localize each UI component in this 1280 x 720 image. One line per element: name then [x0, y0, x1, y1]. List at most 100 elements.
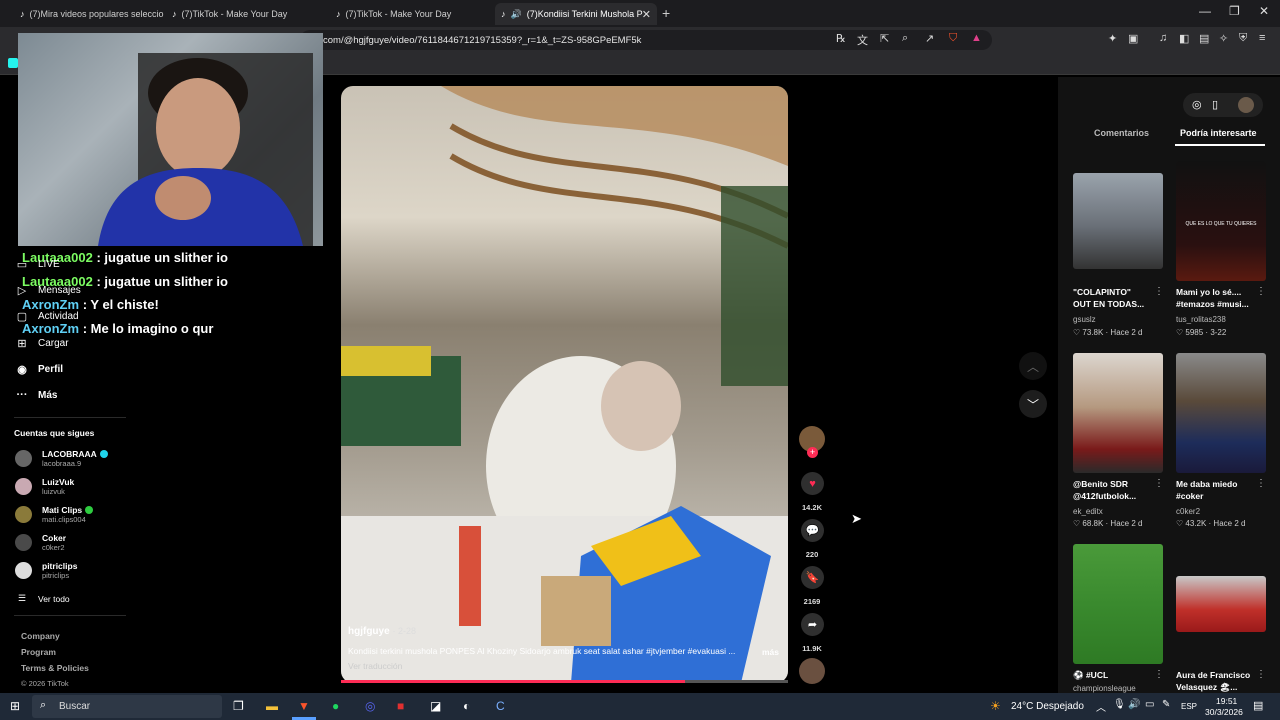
- more-options-icon[interactable]: ⋮: [1256, 478, 1266, 489]
- clock-time[interactable]: 19:51: [1216, 696, 1237, 706]
- video-player[interactable]: [341, 86, 788, 683]
- follow-plus-icon[interactable]: +: [807, 447, 818, 458]
- close-tab-icon[interactable]: ✕: [642, 8, 651, 21]
- network-icon[interactable]: ▭: [1145, 699, 1154, 710]
- tray-chevron-icon[interactable]: ︿: [1096, 699, 1106, 714]
- vpn-icon[interactable]: ⛨: [1239, 32, 1247, 45]
- footer-link-terms[interactable]: Terms & Policies: [21, 663, 89, 673]
- recommended-video-thumb[interactable]: [1176, 576, 1266, 632]
- more-link[interactable]: más: [762, 647, 779, 657]
- volume-icon[interactable]: 🔊: [1128, 699, 1140, 710]
- minimize-button[interactable]: —: [1199, 4, 1211, 18]
- file-explorer-icon[interactable]: ▬: [266, 699, 278, 713]
- card-user[interactable]: ek_editx: [1073, 507, 1103, 516]
- new-tab-button[interactable]: +: [662, 5, 670, 21]
- translate-link[interactable]: Ver traducción: [348, 661, 402, 671]
- recommended-video-thumb[interactable]: [1176, 353, 1266, 473]
- recommended-video-thumb[interactable]: [1073, 544, 1163, 664]
- share-button[interactable]: ➦: [801, 613, 824, 636]
- card-title[interactable]: @Benito SDR @412futbolok...: [1073, 479, 1136, 502]
- pen-icon[interactable]: ✎: [1162, 699, 1170, 710]
- card-user[interactable]: tus_rolitas238: [1176, 315, 1226, 324]
- menu-icon[interactable]: ≡: [1259, 32, 1265, 44]
- brave-shield-icon[interactable]: ⛉: [949, 32, 957, 45]
- spotify-icon[interactable]: ●: [332, 699, 339, 713]
- browser-tab-3[interactable]: ♪ (7)TikTok - Make Your Day: [330, 3, 490, 25]
- card-title[interactable]: ⚽ #UCL: [1073, 670, 1108, 682]
- extensions-icon[interactable]: ✦: [1108, 32, 1117, 45]
- leo-icon[interactable]: ✧: [1219, 32, 1228, 45]
- restore-button[interactable]: ❐: [1229, 4, 1240, 18]
- card-user[interactable]: championsleague: [1073, 684, 1136, 693]
- obs-icon[interactable]: ◐: [463, 699, 470, 713]
- comment-button[interactable]: 💬: [801, 519, 824, 542]
- card-user[interactable]: gsuslz: [1073, 315, 1096, 324]
- card-title[interactable]: Mami yo lo sé.... #temazos #musi...: [1176, 287, 1249, 310]
- phone-icon[interactable]: ▯: [1212, 98, 1218, 111]
- avatar[interactable]: [1238, 97, 1254, 113]
- sidebar-item-profile[interactable]: ◉ Perfil: [14, 363, 63, 376]
- compass-icon[interactable]: ◎: [1192, 98, 1202, 111]
- rewards-icon[interactable]: ▲: [971, 32, 982, 44]
- discord-icon[interactable]: ◎: [365, 699, 375, 713]
- clock-date[interactable]: 30/3/2026: [1205, 707, 1243, 717]
- sidebar-item-activity[interactable]: ▢ Actividad: [14, 310, 79, 323]
- more-options-icon[interactable]: ⋮: [1154, 286, 1164, 297]
- translate-icon[interactable]: 文: [857, 32, 868, 48]
- card-user[interactable]: c0ker2: [1176, 507, 1200, 516]
- capcut-icon[interactable]: ◪: [430, 699, 441, 713]
- brave-icon[interactable]: ▼: [298, 699, 310, 713]
- footer-link-company[interactable]: Company: [21, 631, 60, 641]
- share-icon[interactable]: ↗: [925, 32, 934, 45]
- see-all-button[interactable]: ☰ Ver todo: [14, 593, 70, 604]
- like-button[interactable]: ♥: [801, 472, 824, 495]
- weather-text[interactable]: 24°C Despejado: [1011, 701, 1084, 712]
- previous-video-button[interactable]: ︿: [1019, 352, 1047, 380]
- browser-tab-1[interactable]: ♪ (7)Mira videos populares seleccionad: [14, 3, 164, 25]
- recommended-video-thumb[interactable]: [1073, 173, 1163, 269]
- screenshot-icon[interactable]: ▣: [1128, 32, 1138, 45]
- next-video-button[interactable]: ﹀: [1019, 390, 1047, 418]
- task-view-icon[interactable]: ❐: [233, 699, 244, 713]
- language-indicator[interactable]: ESP: [1181, 702, 1197, 711]
- browser-tab-active[interactable]: ♪ 🔊 (7)Kondiisi Terkini Mushola P ✕: [495, 3, 657, 25]
- obs-app-icon[interactable]: ■: [397, 699, 404, 713]
- notification-icon[interactable]: ▤: [1253, 699, 1263, 712]
- app-c-icon[interactable]: C: [496, 699, 505, 713]
- zoom-icon[interactable]: ⌕: [902, 32, 908, 45]
- more-options-icon[interactable]: ⋮: [1256, 669, 1266, 680]
- card-title[interactable]: "COLAPINTO" OUT EN TODAS...: [1073, 287, 1144, 310]
- footer-link-program[interactable]: Program: [21, 647, 56, 657]
- sidebar-item-upload[interactable]: ⊞ Cargar: [14, 337, 68, 350]
- sidebar-item-live[interactable]: ▭ LIVE: [14, 258, 60, 271]
- followed-account[interactable]: Mati Clips mati.clips004: [15, 503, 94, 525]
- url-text[interactable]: com/@hgjfguye/video/7611844671219715359?…: [323, 35, 641, 46]
- recommended-video-thumb[interactable]: [1073, 353, 1163, 473]
- reader-icon[interactable]: ℞: [836, 32, 846, 45]
- tab-recommended[interactable]: Podría interesarte: [1180, 128, 1257, 138]
- open-external-icon[interactable]: ⇱: [880, 32, 889, 45]
- followed-account[interactable]: pitriclips pitriclips: [15, 559, 77, 581]
- bookmark-button[interactable]: 🔖: [801, 566, 824, 589]
- mic-icon[interactable]: 🎙: [1113, 699, 1126, 710]
- browser-tab-2[interactable]: ♪ (7)TikTok - Make Your Day: [166, 3, 326, 25]
- wallet-icon[interactable]: ▤: [1199, 32, 1209, 45]
- card-title[interactable]: Aura de Francisco Velasquez 🏖...: [1176, 670, 1250, 693]
- music-icon[interactable]: ♫: [1159, 32, 1167, 44]
- video-author[interactable]: hgjfguye · 2-28: [348, 626, 416, 637]
- more-options-icon[interactable]: ⋮: [1154, 669, 1164, 680]
- tab-comments[interactable]: Comentarios: [1094, 128, 1149, 138]
- more-options-icon[interactable]: ⋮: [1256, 286, 1266, 297]
- music-disc-icon[interactable]: [799, 658, 825, 684]
- sidebar-item-more[interactable]: ··· Más: [14, 389, 58, 401]
- followed-account[interactable]: LuizVuk luizvuk: [15, 475, 74, 497]
- recommended-video-thumb[interactable]: QUE ES LO QUE TU QUIERES: [1176, 161, 1266, 281]
- followed-account[interactable]: Coker c0ker2: [15, 531, 66, 553]
- card-title[interactable]: Me daba miedo #coker: [1176, 479, 1237, 502]
- more-options-icon[interactable]: ⋮: [1154, 478, 1164, 489]
- window-close-button[interactable]: ✕: [1259, 4, 1269, 18]
- followed-account[interactable]: LACOBRAAA lacobraaa.9: [15, 447, 108, 469]
- sidebar-icon[interactable]: ◧: [1179, 32, 1189, 45]
- windows-start-icon[interactable]: ⊞: [10, 699, 20, 713]
- sidebar-item-messages[interactable]: ▷ Mensajes: [14, 284, 81, 297]
